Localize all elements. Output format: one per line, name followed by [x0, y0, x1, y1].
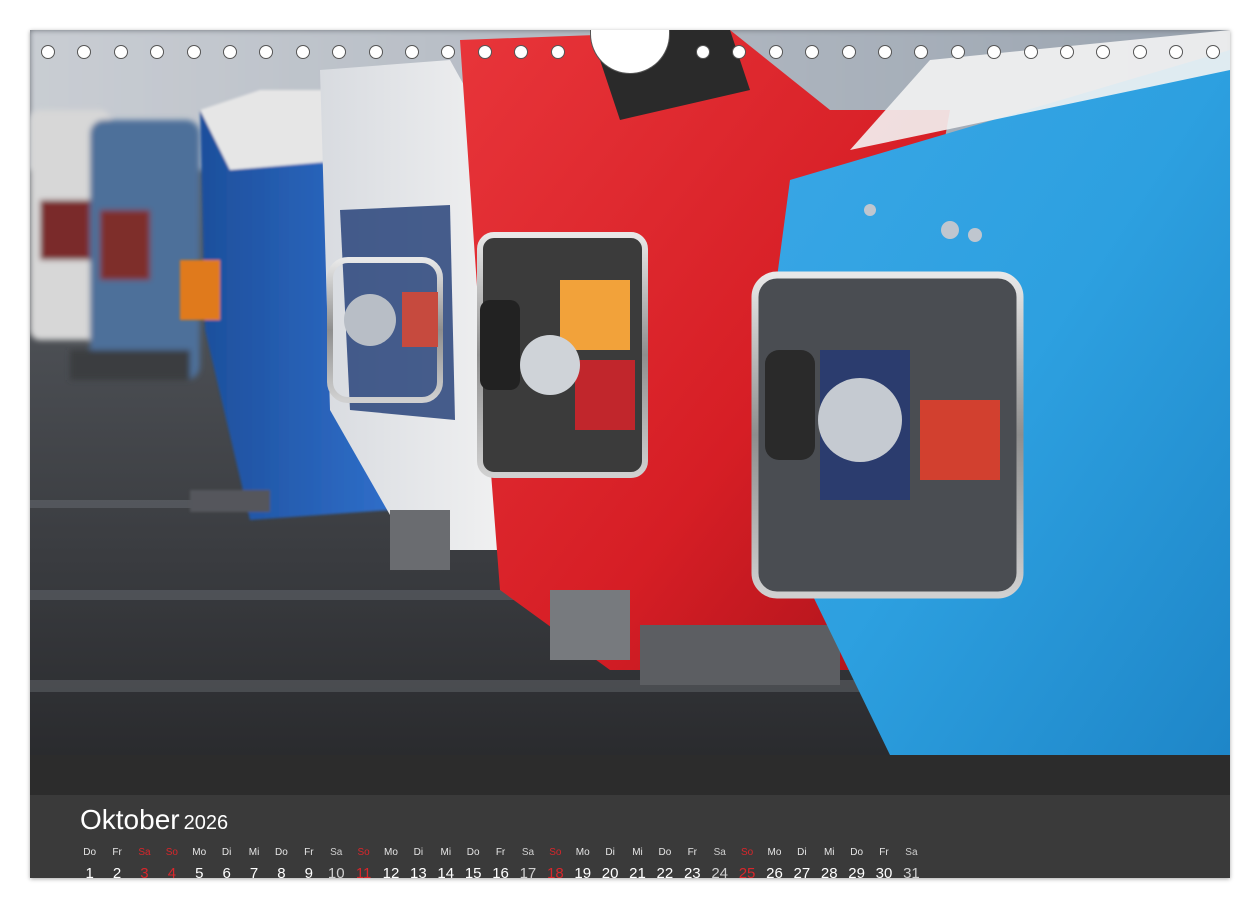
car-photo-illustration: [30, 30, 1230, 755]
calendar-header-band: [30, 755, 1230, 795]
date-number: 29: [848, 865, 865, 878]
date-number: 31: [903, 865, 920, 878]
weekday-label: Mo: [384, 847, 398, 858]
date-number: 4: [167, 865, 177, 878]
date-number: 13: [410, 865, 427, 878]
weekday-label: Mi: [632, 847, 643, 858]
weekday-label: Sa: [138, 847, 151, 858]
weekday-label: Fr: [879, 847, 889, 858]
weekday-label: So: [357, 847, 370, 858]
calendar-footer: Oktober 2026 Do Fr Sa So Mo Di Mi Do Fr Sa So Mo Di Mi…: [30, 755, 1230, 878]
date-number: 27: [793, 865, 811, 878]
date-number: 14: [437, 865, 455, 878]
weekday-label: Di: [221, 847, 232, 858]
year-label: 2026: [183, 812, 229, 834]
date-number: 25: [738, 865, 756, 878]
date-number: 16: [492, 865, 509, 878]
date-number: 28: [820, 865, 838, 878]
weekday-label: Fr: [112, 847, 122, 858]
weekday-label: Do: [850, 847, 864, 858]
weekday-label: Mo: [575, 847, 590, 858]
date-number: 15: [464, 865, 482, 878]
date-number: 2: [112, 865, 122, 878]
date-number: 19: [574, 865, 592, 878]
weekday-label: Mo: [192, 847, 207, 858]
weekday-label: Mi: [823, 847, 835, 858]
weekday-label: So: [740, 847, 754, 858]
weekday-label: So: [549, 847, 562, 858]
date-number: 10: [327, 865, 345, 878]
date-number: 6: [222, 865, 231, 878]
weekday-row: Do Fr Sa So Mo Di Mi Do Fr Sa So Mo Di Mi Do Fr Sa So Mo Di…: [76, 847, 925, 861]
date-number: 8: [277, 865, 286, 878]
weekday-label: Do: [83, 847, 97, 858]
weekday-label: Fr: [495, 847, 506, 858]
weekday-label: Fr: [304, 847, 314, 858]
date-number: 30: [875, 865, 893, 878]
weekday-label: So: [165, 847, 178, 858]
date-number: 26: [766, 865, 783, 878]
date-number: 5: [195, 865, 204, 878]
date-number: 9: [304, 865, 313, 878]
weekday-label: Di: [797, 847, 807, 858]
date-number: 20: [601, 865, 619, 878]
weekday-label: Sa: [905, 847, 918, 858]
date-row: 1 2 3 4 5 6 7 8 9 10 11 12 13 14 15 16 17 18 19 20 21 22 23 24 2…: [76, 865, 925, 878]
date-number: 11: [355, 865, 372, 878]
weekday-label: Sa: [521, 847, 535, 858]
date-number: 1: [85, 865, 94, 878]
weekday-label: Mi: [248, 847, 260, 858]
date-number: 23: [683, 865, 701, 878]
photo-classic-cars-rear: [30, 30, 1230, 755]
date-number: 12: [382, 865, 400, 878]
weekday-label: Sa: [713, 847, 726, 858]
weekday-label: Mi: [440, 847, 452, 858]
date-number: 3: [140, 865, 149, 878]
date-number: 17: [519, 865, 537, 878]
weekday-label: Di: [413, 847, 424, 858]
month-title: Oktober 2026: [80, 805, 228, 838]
weekday-label: Mo: [767, 847, 782, 858]
weekday-label: Sa: [330, 847, 343, 858]
date-number: 24: [711, 865, 729, 878]
date-number: 18: [546, 865, 564, 878]
weekday-label: Do: [658, 847, 672, 858]
weekday-label: Do: [275, 847, 288, 858]
month-name: Oktober: [80, 804, 180, 835]
date-number: 7: [249, 865, 259, 878]
weekday-label: Do: [466, 847, 480, 858]
calendar-page: Oktober 2026 Do Fr Sa So Mo Di Mi Do Fr Sa So Mo Di Mi…: [30, 30, 1230, 878]
date-number: 21: [629, 865, 646, 878]
weekday-label: Di: [605, 847, 615, 858]
weekday-label: Fr: [687, 847, 698, 858]
date-number: 22: [656, 865, 674, 878]
